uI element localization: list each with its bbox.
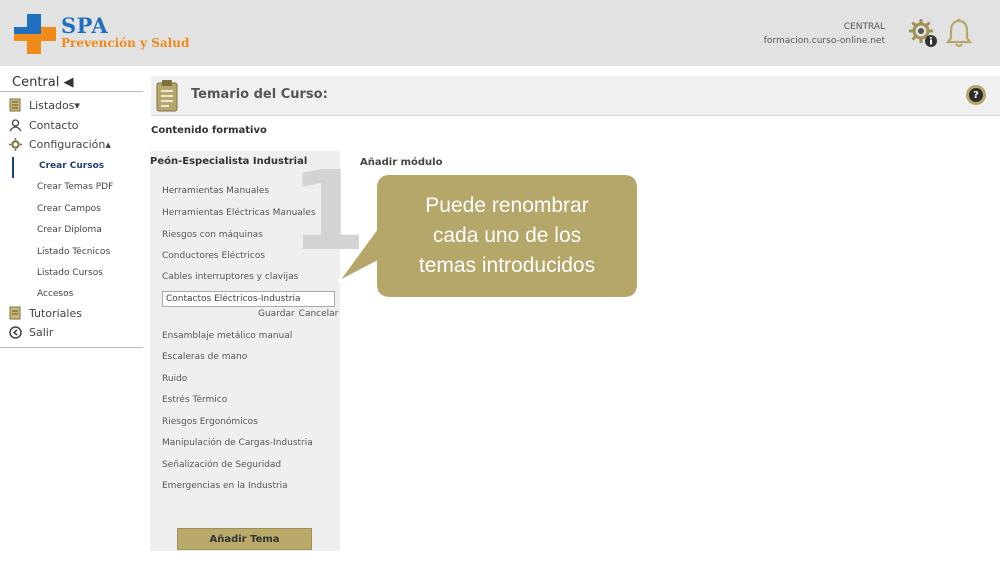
sidebar-item-configuracion[interactable]: Configuración▴ (8, 135, 111, 153)
tooltip-text: Puede renombrar cada uno de los temas in… (376, 191, 638, 281)
clipboard-icon (156, 80, 178, 112)
topic-item[interactable]: Escaleras de mano (162, 352, 247, 362)
save-link[interactable]: Guardar (258, 309, 295, 319)
module-panel: Peón-Especialista Industrial 1 Herramien… (150, 151, 367, 551)
topic-item[interactable]: Señalización de Seguridad (162, 460, 281, 470)
sidebar-item-label: Configuración▴ (29, 137, 111, 151)
sidebar-item-contacto[interactable]: Contacto (8, 116, 79, 134)
topic-item[interactable]: Riesgos Ergonómicos (162, 417, 258, 427)
tooltip-line: temas introducidos (418, 254, 596, 277)
topic-item[interactable]: Cables interruptores y clavijas (162, 272, 298, 282)
top-header: SPA Prevención y Salud CENTRAL formacion… (0, 0, 1000, 66)
topic-item[interactable]: Estrés Térmico (162, 395, 227, 405)
brand-subtitle: Prevención y Salud (61, 36, 190, 50)
topic-item[interactable]: Riesgos con máquinas (162, 230, 263, 240)
sidebar-subitem-listado-tecnicos[interactable]: Listado Técnicos (37, 245, 110, 259)
sidebar-subitem-accesos[interactable]: Accesos (37, 287, 73, 301)
spa-logo (14, 14, 56, 54)
topic-item[interactable]: Conductores Eléctricos (162, 251, 265, 261)
logout-icon (8, 325, 22, 339)
sidebar-item-listados[interactable]: Listados▾ (8, 96, 80, 114)
topic-rename-input[interactable] (162, 291, 335, 307)
brand-name: SPA (61, 13, 109, 38)
cancel-link[interactable]: Cancelar (299, 309, 339, 319)
add-topic-button[interactable]: Añadir Tema (177, 528, 312, 550)
topic-item[interactable]: Herramientas Eléctricas Manuales (162, 208, 316, 218)
contact-icon (8, 118, 22, 132)
topic-item[interactable]: Emergencias en la Industria (162, 481, 288, 491)
sidebar-subitem-crear-temas-pdf[interactable]: Crear Temas PDF (37, 180, 113, 194)
tooltip-line: cada uno de los (432, 224, 582, 247)
sidebar-title[interactable]: Central ◀ (12, 75, 73, 90)
list-icon (8, 98, 22, 112)
topic-item[interactable]: Ruido (162, 374, 187, 384)
sidebar-subitem-listado-cursos[interactable]: Listado Cursos (37, 266, 103, 280)
sidebar-divider (0, 347, 143, 348)
bell-icon[interactable] (946, 18, 972, 48)
sidebar-item-salir[interactable]: Salir (8, 323, 53, 341)
domain-label: formacion.curso-online.net (763, 36, 885, 46)
book-icon (8, 306, 22, 320)
tooltip-line: Puede renombrar (425, 194, 589, 217)
sidebar-divider (0, 91, 143, 92)
sidebar-subitem-crear-campos[interactable]: Crear Campos (37, 202, 101, 216)
sidebar-subitem-crear-diploma[interactable]: Crear Diploma (37, 223, 102, 237)
page-title-bar: Temario del Curso: ? (151, 76, 1000, 116)
add-module-link[interactable]: Añadir módulo (360, 157, 442, 168)
page-title: Temario del Curso: (191, 87, 328, 102)
help-icon: ? (969, 88, 983, 102)
settings-info-icon[interactable] (908, 18, 938, 48)
module-title: Peón-Especialista Industrial (150, 156, 308, 167)
topic-item[interactable]: Ensamblaje metálico manual (162, 331, 292, 341)
active-indicator (12, 157, 14, 178)
sidebar-item-label: Contacto (29, 118, 79, 132)
sidebar-item-label: Salir (29, 325, 54, 339)
org-label: CENTRAL (843, 22, 885, 32)
edit-actions: Guardar Cancelar (258, 309, 342, 319)
help-button[interactable]: ? (966, 85, 986, 105)
section-title: Contenido formativo (151, 125, 267, 136)
sidebar-item-tutoriales[interactable]: Tutoriales (8, 304, 82, 322)
sidebar: Central ◀ Listados▾ Contacto Configuraci… (0, 66, 143, 366)
topic-item[interactable]: Manipulación de Cargas-Industria (162, 438, 313, 448)
sidebar-subitem-crear-cursos[interactable]: Crear Cursos (39, 159, 104, 173)
sidebar-item-label: Tutoriales (29, 306, 82, 320)
topic-item[interactable]: Herramientas Manuales (162, 186, 269, 196)
sidebar-item-label: Listados▾ (29, 98, 80, 112)
gear-icon (8, 137, 22, 151)
